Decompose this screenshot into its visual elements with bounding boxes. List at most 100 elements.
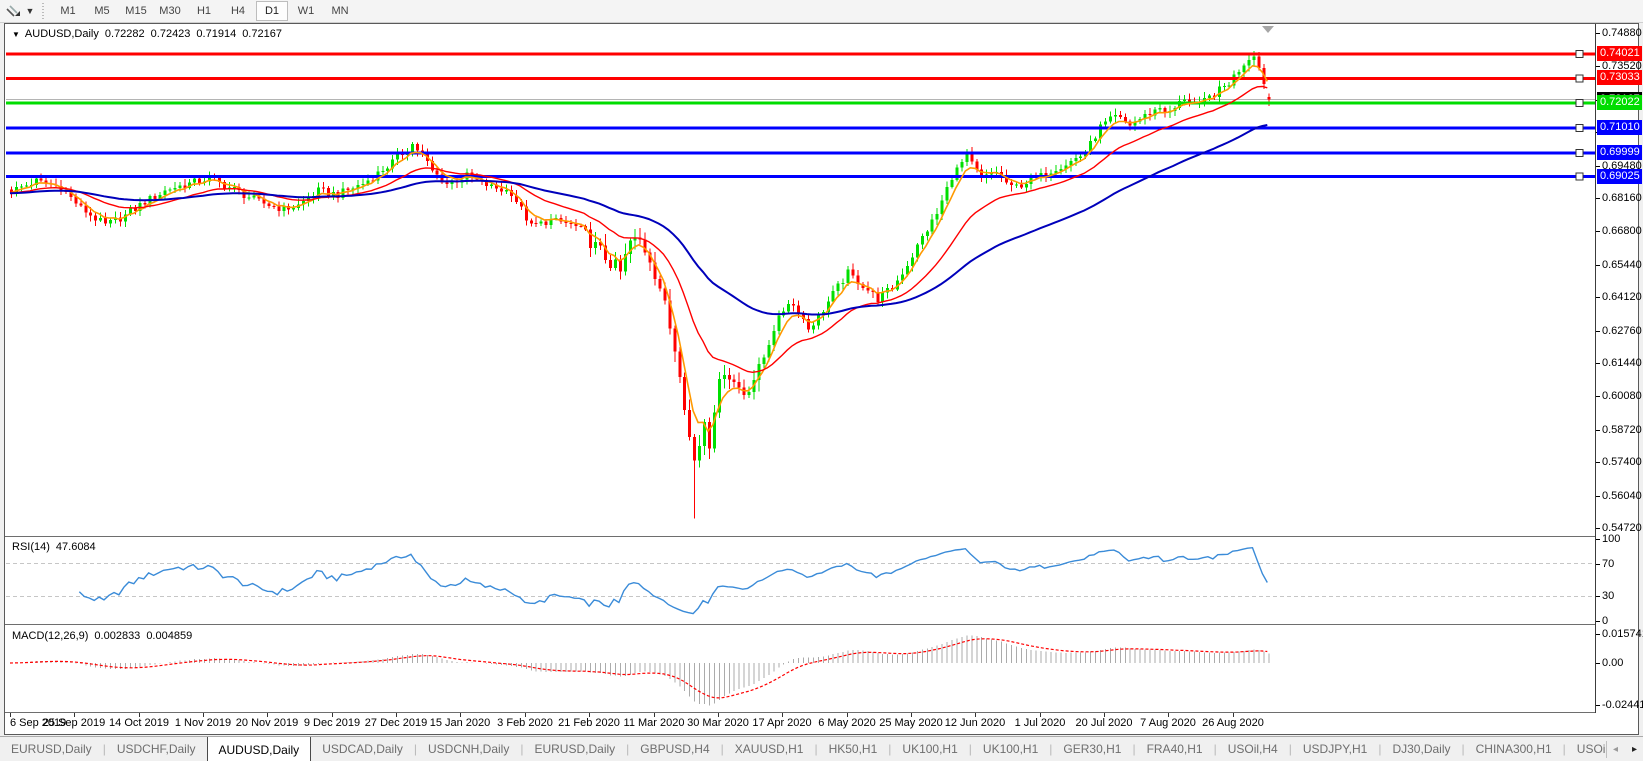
price-tick-label: 0.57400 [1602,456,1642,468]
level-price-badge: 0.74021 [1597,46,1642,61]
rsi-panel[interactable] [6,539,1595,624]
date-tick-label: 20 Nov 2019 [235,717,299,729]
level-handle[interactable] [1575,148,1584,157]
timeframe-button-d1[interactable]: D1 [256,1,288,21]
date-tick-label: 14 Oct 2019 [109,717,169,729]
date-tick-label: 6 May 2020 [818,717,876,729]
level-handle[interactable] [1575,74,1584,83]
symbol-tab-usdjpy-h1[interactable]: USDJPY,H1 [1292,737,1378,761]
macd-tick [1596,705,1600,706]
level-handle[interactable] [1575,50,1584,59]
price-tick [1596,166,1600,167]
price-tick-label: 0.62760 [1602,325,1642,337]
price-axis[interactable]: 0.748800.735200.721600.708400.694800.681… [1596,24,1643,713]
symbol-tab-xauusd-h1[interactable]: XAUUSD,H1 [724,737,815,761]
date-tick-label: 21 Feb 2020 [558,717,620,729]
symbol-tab-dj30-daily[interactable]: DJ30,Daily [1381,737,1461,761]
ohlc-open: 0.72282 [104,28,145,40]
symbol-tab-china300-h1[interactable]: CHINA300,H1 [1465,737,1563,761]
mt4-terminal: ▼ M1 M5 M15 M30 H1 H4 D1 W1 MN ▼ AUDUSD,Daily 0.72… [0,0,1643,761]
ohlc-high: 0.72423 [150,28,191,40]
symbol-tab-usoil-h1[interactable]: USOil,H1 [1566,737,1606,761]
symbol-tab-usoil-h4[interactable]: USOil,H4 [1217,737,1289,761]
pencil-indicator-icon [6,5,20,17]
macd-indicator-label: MACD(12,26,9) 0.002833 0.004859 [12,630,198,642]
tab-scroll-arrows: ◂ ▸ [1605,741,1643,758]
rsi-tick-label: 30 [1602,590,1615,602]
level-price-badge: 0.69999 [1597,145,1642,160]
macd-value-signal: 0.004859 [146,630,193,642]
macd-tick-label: 0.00 [1602,657,1624,669]
date-tick-label: 12 Jun 2020 [944,717,1006,729]
symbol-tab-hk50-h1[interactable]: HK50,H1 [818,737,889,761]
price-tick-label: 0.58720 [1602,424,1642,436]
price-tick-label: 0.65440 [1602,259,1642,271]
price-tick [1596,198,1600,199]
scroll-right-icon[interactable]: ▸ [1632,744,1637,755]
main-price-chart[interactable] [6,24,1595,536]
scroll-left-icon[interactable]: ◂ [1613,744,1618,755]
chart-tool-icon[interactable] [2,2,24,20]
price-tick-label: 0.66800 [1602,225,1642,237]
date-tick-label: 7 Aug 2020 [1140,717,1196,729]
chevron-down-icon[interactable]: ▼ [24,6,36,16]
price-tick [1596,396,1600,397]
symbol-tab-uk100-h1[interactable]: UK100,H1 [972,737,1049,761]
rsi-tick [1596,621,1600,622]
date-axis[interactable]: 6 Sep 2019 25 Sep 2019 14 Oct 2019 1 Nov 20… [6,713,1595,734]
toolbar-grip-handle[interactable] [40,3,45,19]
symbol-tab-uk100-h1[interactable]: UK100,H1 [891,737,968,761]
price-tick-label: 0.56040 [1602,490,1642,502]
date-tick-label: 27 Dec 2019 [364,717,428,729]
price-tick-label: 0.74880 [1602,27,1642,39]
date-tick-label: 30 Mar 2020 [687,717,749,729]
symbol-tab-gbpusd-h4[interactable]: GBPUSD,H4 [629,737,720,761]
symbol-tab-usdcnh-daily[interactable]: USDCNH,Daily [417,737,520,761]
level-price-badge: 0.72022 [1597,95,1642,110]
date-tick-label: 25 Sep 2019 [42,717,106,729]
timeframe-button-m30[interactable]: M30 [154,1,186,21]
date-tick-label: 1 Nov 2019 [174,717,232,729]
timeframe-button-m1[interactable]: M1 [52,1,84,21]
macd-tick-label: 0.015741 [1602,628,1643,640]
timeframe-button-w1[interactable]: W1 [290,1,322,21]
symbol-tab-fra40-h1[interactable]: FRA40,H1 [1136,737,1214,761]
price-tick [1596,66,1600,67]
level-handle[interactable] [1575,124,1584,133]
date-tick-label: 26 Aug 2020 [1202,717,1264,729]
chart-symbol-label: AUDUSD,Daily [24,28,99,40]
rsi-value: 47.6084 [55,541,96,553]
symbol-tab-ger30-h1[interactable]: GER30,H1 [1052,737,1132,761]
timeframe-button-m15[interactable]: M15 [120,1,152,21]
symbol-tab-audusd-daily[interactable]: AUDUSD,Daily [206,737,312,761]
date-tick-label: 11 Mar 2020 [623,717,685,729]
macd-tick [1596,634,1600,635]
price-tick [1596,462,1600,463]
price-tick-label: 0.64120 [1602,291,1642,303]
timeframe-button-h4[interactable]: H4 [222,1,254,21]
macd-tick [1596,663,1600,664]
panel-divider[interactable] [5,624,1595,625]
ohlc-close: 0.72167 [242,28,282,40]
level-handle[interactable] [1575,99,1584,108]
symbol-tab-usdcad-daily[interactable]: USDCAD,Daily [311,737,414,761]
symbol-tab-eurusd-daily[interactable]: EURUSD,Daily [0,737,103,761]
level-handle[interactable] [1575,172,1584,181]
date-tick-label: 25 May 2020 [879,717,943,729]
chart-shift-marker[interactable] [1262,26,1274,33]
date-tick-label: 17 Apr 2020 [752,717,812,729]
level-price-badge: 0.69025 [1597,169,1642,184]
symbol-tab-usdchf-daily[interactable]: USDCHF,Daily [106,737,207,761]
symbol-tab-eurusd-daily[interactable]: EURUSD,Daily [523,737,626,761]
timeframe-toolbar: ▼ M1 M5 M15 M30 H1 H4 D1 W1 MN [0,0,1643,23]
rsi-tick [1596,596,1600,597]
rsi-indicator-label: RSI(14) 47.6084 [12,541,102,553]
macd-panel[interactable] [6,626,1595,712]
symbol-marker-icon[interactable]: ▼ [12,30,20,39]
panel-divider[interactable] [5,536,1595,537]
timeframe-button-h1[interactable]: H1 [188,1,220,21]
price-tick [1596,297,1600,298]
timeframe-button-m5[interactable]: M5 [86,1,118,21]
timeframe-button-mn[interactable]: MN [324,1,356,21]
price-tick [1596,430,1600,431]
